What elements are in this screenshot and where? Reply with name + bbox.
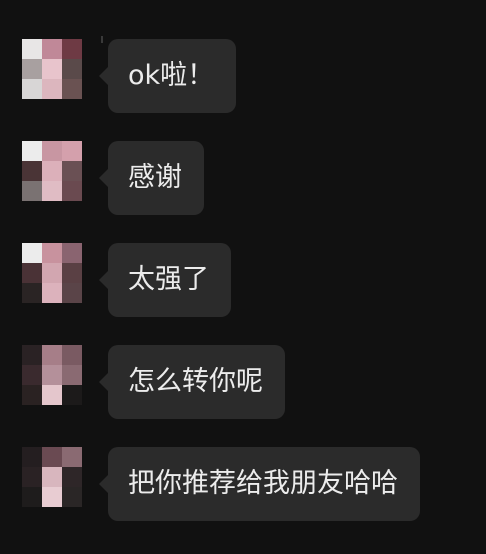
avatar-mosaic-tile bbox=[22, 243, 42, 263]
avatar-mosaic-tile bbox=[22, 487, 42, 507]
avatar-mosaic-tile bbox=[42, 141, 62, 161]
avatar-mosaic-tile bbox=[62, 161, 82, 181]
avatar-mosaic-tile bbox=[22, 345, 42, 365]
avatar-mosaic-tile bbox=[62, 141, 82, 161]
avatar-mosaic-tile bbox=[22, 59, 42, 79]
avatar[interactable] bbox=[22, 447, 82, 507]
message-bubble[interactable]: 感谢 bbox=[99, 141, 204, 215]
avatar-mosaic-tile bbox=[22, 181, 42, 201]
message-bubble[interactable]: ok啦！ bbox=[98, 39, 237, 113]
avatar[interactable] bbox=[22, 345, 82, 405]
avatar-mosaic-tile bbox=[42, 345, 62, 365]
avatar-mosaic-tile bbox=[22, 385, 42, 405]
avatar-mosaic-tile bbox=[62, 447, 82, 467]
avatar-mosaic-tile bbox=[22, 39, 42, 59]
message-text: 感谢 bbox=[128, 162, 182, 193]
avatar-mosaic-tile bbox=[42, 283, 62, 303]
avatar-mosaic-tile bbox=[22, 283, 42, 303]
message-text: 把你推荐给我朋友哈哈 bbox=[128, 468, 398, 499]
avatar-mosaic-tile bbox=[42, 467, 62, 487]
avatar-mosaic-tile bbox=[62, 345, 82, 365]
message-row: 太强了 bbox=[22, 243, 472, 323]
avatar-mosaic-tile bbox=[62, 243, 82, 263]
avatar-mosaic-tile bbox=[42, 365, 62, 385]
avatar-mosaic-tile bbox=[62, 385, 82, 405]
message-row: 感谢 bbox=[22, 141, 472, 221]
avatar-mosaic-tile bbox=[22, 263, 42, 283]
avatar-mosaic-tile bbox=[22, 161, 42, 181]
avatar-mosaic-tile bbox=[22, 447, 42, 467]
avatar-mosaic-tile bbox=[62, 467, 82, 487]
avatar-mosaic-tile bbox=[62, 39, 82, 59]
avatar-mosaic-tile bbox=[62, 283, 82, 303]
avatar-mosaic-tile bbox=[42, 39, 62, 59]
message-row: ok啦！ bbox=[22, 39, 472, 119]
avatar-mosaic-tile bbox=[22, 467, 42, 487]
avatar-mosaic-tile bbox=[62, 263, 82, 283]
message-bubble[interactable]: 把你推荐给我朋友哈哈 bbox=[99, 447, 420, 521]
avatar-mosaic-tile bbox=[62, 365, 82, 385]
avatar-mosaic-tile bbox=[42, 181, 62, 201]
avatar-mosaic-tile bbox=[62, 59, 82, 79]
avatar[interactable] bbox=[22, 39, 82, 99]
avatar-mosaic-tile bbox=[42, 447, 62, 467]
message-text: ok啦！ bbox=[128, 60, 215, 91]
message-text: 怎么转你呢 bbox=[128, 366, 263, 397]
message-bubble[interactable]: 太强了 bbox=[99, 243, 231, 317]
avatar-mosaic-tile bbox=[62, 181, 82, 201]
message-bubble[interactable]: 怎么转你呢 bbox=[99, 345, 285, 419]
message-text: 太强了 bbox=[128, 264, 209, 295]
message-row: 怎么转你呢 bbox=[22, 345, 472, 425]
message-row: 把你推荐给我朋友哈哈 bbox=[22, 447, 472, 527]
avatar-mosaic-tile bbox=[42, 59, 62, 79]
avatar-mosaic-tile bbox=[22, 365, 42, 385]
avatar[interactable] bbox=[22, 141, 82, 201]
avatar-mosaic-tile bbox=[62, 487, 82, 507]
avatar-mosaic-tile bbox=[42, 79, 62, 99]
avatar-mosaic-tile bbox=[42, 487, 62, 507]
avatar-mosaic-tile bbox=[42, 161, 62, 181]
avatar-mosaic-tile bbox=[42, 243, 62, 263]
avatar-mosaic-tile bbox=[62, 79, 82, 99]
avatar[interactable] bbox=[22, 243, 82, 303]
avatar-mosaic-tile bbox=[22, 79, 42, 99]
avatar-mosaic-tile bbox=[42, 263, 62, 283]
avatar-mosaic-tile bbox=[22, 141, 42, 161]
chat-message-list[interactable]: ok啦！ 感谢 太强了 怎么转你呢 把你推荐给我朋友哈哈 bbox=[0, 0, 486, 554]
avatar-mosaic-tile bbox=[42, 385, 62, 405]
